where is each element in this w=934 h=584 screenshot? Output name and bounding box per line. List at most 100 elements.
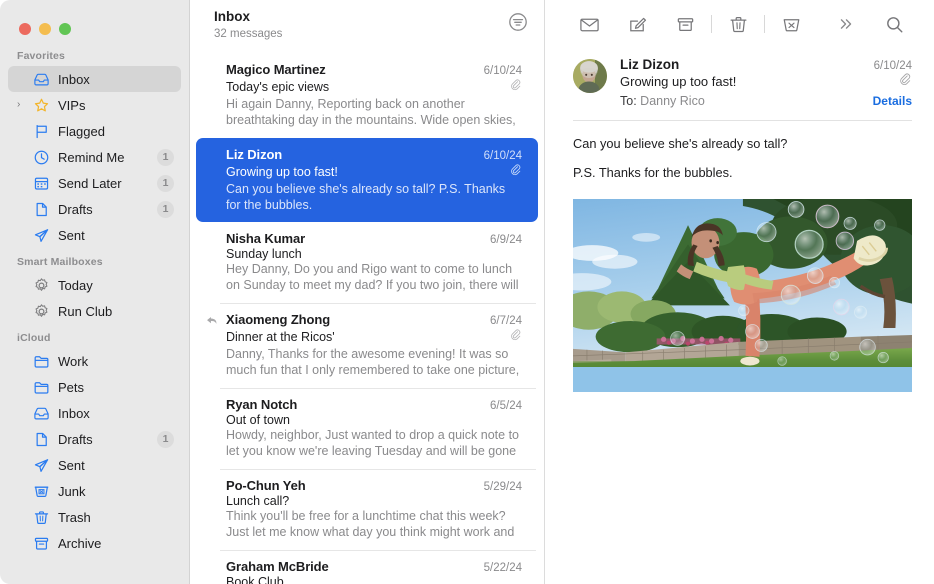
sidebar-item-inbox[interactable]: Inbox (8, 66, 181, 92)
delete-button[interactable] (714, 7, 762, 41)
junk-bin-icon (32, 483, 51, 499)
message-list-item[interactable]: Xiaomeng Zhong6/7/24Dinner at the Ricos'… (196, 303, 538, 388)
message-subject: Growing up too fast! (226, 165, 338, 179)
sidebar-item-drafts[interactable]: Drafts1 (8, 426, 181, 452)
sidebar-item-work[interactable]: Work (8, 348, 181, 374)
list-header: Inbox 32 messages (190, 0, 544, 53)
sidebar-item-label: Send Later (58, 177, 157, 190)
unread-badge: 1 (157, 149, 174, 166)
compose-button[interactable] (613, 7, 661, 41)
gear-icon (32, 303, 51, 319)
message-sender: Magico Martinez (226, 62, 326, 77)
gear-icon (32, 277, 51, 293)
archive-button[interactable] (661, 7, 709, 41)
sidebar-item-today[interactable]: Today (8, 272, 181, 298)
message-snippet: Think you'll be free for a lunchtime cha… (226, 509, 522, 541)
sidebar-item-trash[interactable]: Trash (8, 504, 181, 530)
minimize-button[interactable] (39, 23, 51, 35)
sidebar-item-sent[interactable]: Sent (8, 452, 181, 478)
sidebar-section-header: Smart Mailboxes (0, 248, 189, 272)
toolbar-divider (764, 15, 765, 33)
window-controls (0, 0, 189, 40)
to-label: To: (620, 94, 637, 108)
archive-box-icon (32, 535, 51, 551)
paper-plane-icon (32, 457, 51, 473)
avatar (573, 59, 607, 93)
paperclip-icon[interactable] (899, 73, 912, 91)
sidebar-item-archive[interactable]: Archive (8, 530, 181, 556)
sidebar-item-remind-me[interactable]: Remind Me1 (8, 144, 181, 170)
message-snippet: Hey Danny, Do you and Rigo want to come … (226, 262, 522, 294)
message-date: 6/10/24 (478, 65, 522, 77)
sidebar-item-send-later[interactable]: Send Later1 (8, 170, 181, 196)
message-list-item[interactable]: Ryan Notch6/5/24Out of townHowdy, neighb… (196, 388, 538, 469)
message-subject: Dinner at the Ricos' (226, 330, 335, 344)
toolbar-divider (711, 15, 712, 33)
message-list-item[interactable]: Nisha Kumar6/9/24Sunday lunchHey Danny, … (196, 222, 538, 303)
inbox-tray-icon (32, 71, 51, 87)
sidebar-item-vips[interactable]: ›VIPs (8, 92, 181, 118)
message-list-item[interactable]: Liz Dizon6/10/24Growing up too fast!Can … (196, 138, 538, 222)
close-button[interactable] (19, 23, 31, 35)
calendar-icon (32, 175, 51, 191)
sidebar-item-inbox[interactable]: Inbox (8, 400, 181, 426)
sidebar-item-run-club[interactable]: Run Club (8, 298, 181, 324)
sidebar-item-junk[interactable]: Junk (8, 478, 181, 504)
message-list-item[interactable]: Magico Martinez 6/10/24 Today's epic views… (196, 53, 538, 138)
sidebar-item-label: Sent (58, 459, 181, 472)
sidebar-item-sent[interactable]: Sent (8, 222, 181, 248)
filter-icon[interactable] (508, 12, 528, 37)
sidebar-item-label: Drafts (58, 203, 157, 216)
message-list-item[interactable]: Graham McBride5/22/24Book ClubAre you fr… (196, 550, 538, 584)
body-paragraph: P.S. Thanks for the bubbles. (573, 164, 912, 182)
sidebar-item-pets[interactable]: Pets (8, 374, 181, 400)
mark-unread-button[interactable] (565, 7, 613, 41)
recipient-line: To: Danny Rico (620, 94, 705, 108)
sidebar-item-label: Inbox (58, 407, 181, 420)
sidebar-item-label: Sent (58, 229, 181, 242)
message-sender: Xiaomeng Zhong (226, 312, 330, 327)
paper-plane-icon (32, 227, 51, 243)
message-sender: Ryan Notch (226, 397, 297, 412)
unread-badge: 1 (157, 431, 174, 448)
message-snippet: Danny, Thanks for the awesome evening! I… (226, 347, 522, 379)
document-icon (32, 201, 51, 217)
message-snippet: Hi again Danny, Reporting back on anothe… (226, 97, 522, 129)
message-list-item[interactable]: Po-Chun Yeh5/29/24Lunch call?Think you'l… (196, 469, 538, 550)
sender-name: Liz Dizon (620, 57, 679, 72)
attached-photo[interactable] (573, 199, 912, 392)
sidebar-item-flagged[interactable]: Flagged (8, 118, 181, 144)
sidebar-item-label: Flagged (58, 125, 181, 138)
zoom-button[interactable] (59, 23, 71, 35)
inbox-tray-icon (32, 405, 51, 421)
folder-icon (32, 379, 51, 395)
message-sender: Nisha Kumar (226, 231, 305, 246)
message-subject: Sunday lunch (226, 247, 302, 261)
junk-button[interactable] (767, 7, 815, 41)
message-sender: Graham McBride (226, 559, 329, 574)
unread-badge: 1 (157, 201, 174, 218)
clock-icon (32, 149, 51, 165)
sidebar-item-label: Drafts (58, 433, 157, 446)
details-link[interactable]: Details (873, 94, 912, 108)
message-subject: Today's epic views (226, 80, 329, 94)
paperclip-icon (510, 163, 522, 181)
sidebar-item-drafts[interactable]: Drafts1 (8, 196, 181, 222)
sidebar-item-label: Archive (58, 537, 181, 550)
sidebar-item-label: Pets (58, 381, 181, 394)
message-date: 6/10/24 (874, 60, 912, 72)
sidebar-item-label: Work (58, 355, 181, 368)
chevron-right-icon[interactable]: › (17, 100, 20, 110)
sidebar-section-header: iCloud (0, 324, 189, 348)
message-list[interactable]: Magico Martinez 6/10/24 Today's epic views… (190, 53, 544, 584)
sidebar-item-label: Junk (58, 485, 181, 498)
body-paragraph: Can you believe she's already so tall? (573, 135, 912, 153)
message-body: Can you believe she's already so tall? P… (545, 121, 934, 193)
reply-arrow-icon (205, 314, 218, 332)
chevrons-right-icon[interactable] (822, 7, 870, 41)
message-header: Liz Dizon 6/10/24 Growing up too fast! T… (545, 48, 934, 108)
message-date: 5/29/24 (478, 481, 522, 493)
search-icon[interactable] (870, 7, 918, 41)
paperclip-icon (510, 328, 522, 346)
reading-pane: Liz Dizon 6/10/24 Growing up too fast! T… (545, 0, 934, 584)
